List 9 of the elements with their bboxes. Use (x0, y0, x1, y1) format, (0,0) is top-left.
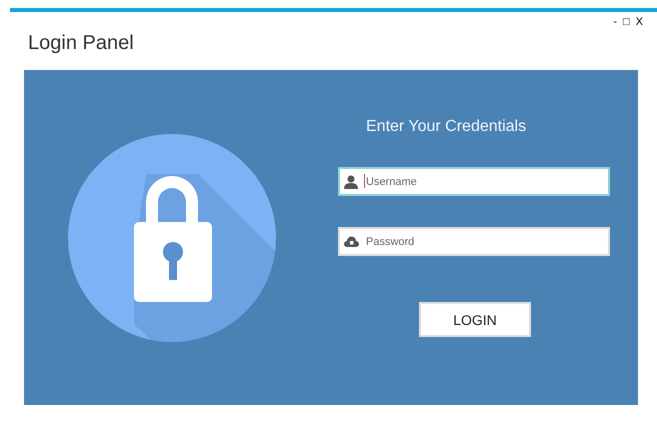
window-control-button[interactable]: X (636, 16, 643, 28)
login-button[interactable]: LOGIN (419, 302, 531, 337)
window-control-button[interactable]: - (613, 16, 617, 28)
form-heading: Enter Your Credentials (366, 118, 528, 136)
window-control-button[interactable]: □ (623, 16, 630, 28)
window-title: Login Panel (28, 32, 134, 56)
input-field[interactable]: Username (338, 167, 610, 196)
padlock-icon (68, 134, 276, 342)
input-field[interactable]: Password (338, 227, 610, 256)
